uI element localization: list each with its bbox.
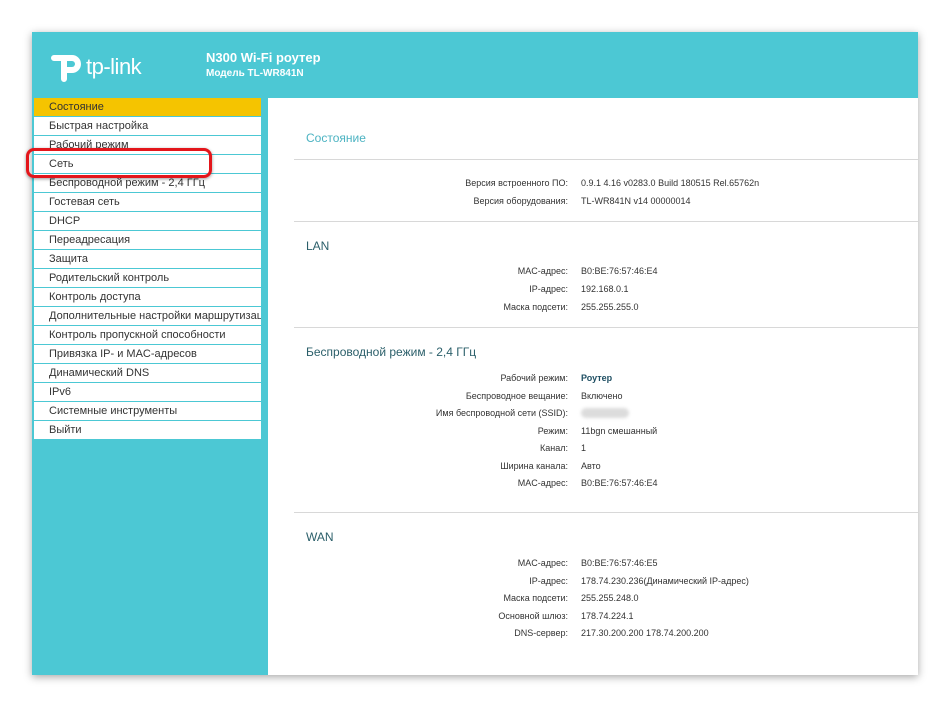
wan-mask-label: Маска подсети: xyxy=(503,593,568,603)
header: tp-link N300 Wi-Fi роутер Модель TL-WR84… xyxy=(32,32,918,98)
divider xyxy=(294,327,918,328)
product-info: N300 Wi-Fi роутер Модель TL-WR841N xyxy=(206,50,321,79)
sidebar-item-status[interactable]: Состояние xyxy=(34,98,261,116)
info-row-channel-width: Ширина канала: Авто xyxy=(268,461,918,475)
info-row-lan-mac: MAC-адрес: B0:BE:76:57:46:E4 xyxy=(268,266,918,280)
model-line: Модель TL-WR841N xyxy=(206,68,304,79)
sidebar-item-guest-network[interactable]: Гостевая сеть xyxy=(34,193,261,211)
hardware-value: TL-WR841N v14 00000014 xyxy=(581,196,691,206)
product-title: N300 Wi-Fi роутер xyxy=(206,50,321,65)
sidebar: Состояние Быстрая настройка Рабочий режи… xyxy=(32,98,268,675)
info-row-ssid: Имя беспроводной сети (SSID): xyxy=(268,408,918,422)
broadcast-value: Включено xyxy=(581,391,623,401)
radio-mode-label: Режим: xyxy=(537,426,568,436)
sidebar-item-ipv6[interactable]: IPv6 xyxy=(34,383,261,401)
info-row-wan-mac: MAC-адрес: B0:BE:76:57:46:E5 xyxy=(268,558,918,572)
wan-ip-value: 178.74.230.236(Динамический IP-адрес) xyxy=(581,576,749,586)
info-row-gateway: Основной шлюз: 178.74.224.1 xyxy=(268,611,918,625)
lan-ip-label: IP-адрес: xyxy=(529,284,568,294)
sidebar-item-bandwidth-control[interactable]: Контроль пропускной способности xyxy=(34,326,261,344)
sidebar-item-logout[interactable]: Выйти xyxy=(34,421,261,439)
info-row-lan-ip: IP-адрес: 192.168.0.1 xyxy=(268,284,918,298)
sidebar-item-security[interactable]: Защита xyxy=(34,250,261,268)
section-title-wan: WAN xyxy=(306,530,334,544)
wan-mac-label: MAC-адрес: xyxy=(517,558,568,568)
lan-mask-label: Маска подсети: xyxy=(503,302,568,312)
channel-width-value: Авто xyxy=(581,461,601,471)
firmware-value: 0.9.1 4.16 v0283.0 Build 180515 Rel.6576… xyxy=(581,178,760,188)
wireless-mac-value: B0:BE:76:57:46:E4 xyxy=(581,478,658,488)
ssid-value-redacted xyxy=(581,408,629,420)
sidebar-item-forwarding[interactable]: Переадресация xyxy=(34,231,261,249)
channel-label: Канал: xyxy=(540,443,568,453)
sidebar-item-dhcp[interactable]: DHCP xyxy=(34,212,261,230)
radio-mode-value: 11bgn смешанный xyxy=(581,426,658,436)
info-row-wan-ip: IP-адрес: 178.74.230.236(Динамический IP… xyxy=(268,576,918,590)
info-row-wan-mask: Маска подсети: 255.255.248.0 xyxy=(268,593,918,607)
broadcast-label: Беспроводное вещание: xyxy=(465,391,568,401)
info-row-wireless-mac: MAC-адрес: B0:BE:76:57:46:E4 xyxy=(268,478,918,492)
page-title: Состояние xyxy=(306,131,366,145)
main-content: Состояние Версия встроенного ПО: 0.9.1 4… xyxy=(268,98,918,675)
wireless-mode-label: Рабочий режим: xyxy=(500,373,568,383)
firmware-label: Версия встроенного ПО: xyxy=(465,178,568,188)
sidebar-item-quick-setup[interactable]: Быстрая настройка xyxy=(34,117,261,135)
wireless-mac-label: MAC-адрес: xyxy=(517,478,568,488)
logo-text: tp-link xyxy=(86,54,142,79)
sidebar-item-ip-mac-binding[interactable]: Привязка IP- и MAC-адресов xyxy=(34,345,261,363)
hardware-label: Версия оборудования: xyxy=(473,196,569,206)
router-admin-window: tp-link N300 Wi-Fi роутер Модель TL-WR84… xyxy=(32,32,918,675)
sidebar-item-access-control[interactable]: Контроль доступа xyxy=(34,288,261,306)
lan-mac-value: B0:BE:76:57:46:E4 xyxy=(581,266,658,276)
lan-mask-value: 255.255.255.0 xyxy=(581,302,639,312)
sidebar-item-parental-control[interactable]: Родительский контроль xyxy=(34,269,261,287)
gateway-value: 178.74.224.1 xyxy=(581,611,634,621)
blurred-ssid xyxy=(581,408,629,418)
divider xyxy=(294,159,918,160)
info-row-broadcast: Беспроводное вещание: Включено xyxy=(268,391,918,405)
info-row-hardware: Версия оборудования: TL-WR841N v14 00000… xyxy=(268,196,918,210)
info-row-dns: DNS-сервер: 217.30.200.200 178.74.200.20… xyxy=(268,628,918,642)
wan-mac-value: B0:BE:76:57:46:E5 xyxy=(581,558,658,568)
info-row-channel: Канал: 1 xyxy=(268,443,918,457)
channel-width-label: Ширина канала: xyxy=(500,461,568,471)
dns-value: 217.30.200.200 178.74.200.200 xyxy=(581,628,709,638)
wireless-mode-value: Роутер xyxy=(581,373,613,383)
sidebar-item-ddns[interactable]: Динамический DNS xyxy=(34,364,261,382)
channel-value: 1 xyxy=(581,443,587,453)
wan-ip-label: IP-адрес: xyxy=(529,576,568,586)
tp-link-logo-icon xyxy=(50,51,82,83)
dns-label: DNS-сервер: xyxy=(514,628,568,638)
gateway-label: Основной шлюз: xyxy=(498,611,568,621)
section-title-wireless: Беспроводной режим - 2,4 ГГц xyxy=(306,345,477,359)
lan-mac-label: MAC-адрес: xyxy=(517,266,568,276)
section-title-lan: LAN xyxy=(306,239,330,253)
highlight-ring xyxy=(26,148,212,178)
sidebar-item-system-tools[interactable]: Системные инструменты xyxy=(34,402,261,420)
sidebar-item-advanced-routing[interactable]: Дополнительные настройки маршрутизации xyxy=(34,307,261,325)
info-row-wireless-mode: Рабочий режим: Роутер xyxy=(268,373,918,387)
info-row-lan-mask: Маска подсети: 255.255.255.0 xyxy=(268,302,918,316)
lan-ip-value: 192.168.0.1 xyxy=(581,284,629,294)
ssid-label: Имя беспроводной сети (SSID): xyxy=(435,408,568,418)
tp-link-logo[interactable]: tp-link xyxy=(50,50,142,84)
info-row-firmware: Версия встроенного ПО: 0.9.1 4.16 v0283.… xyxy=(268,178,918,192)
info-row-radio-mode: Режим: 11bgn смешанный xyxy=(268,426,918,440)
wan-mask-value: 255.255.248.0 xyxy=(581,593,639,603)
divider xyxy=(294,221,918,222)
divider xyxy=(294,512,918,513)
